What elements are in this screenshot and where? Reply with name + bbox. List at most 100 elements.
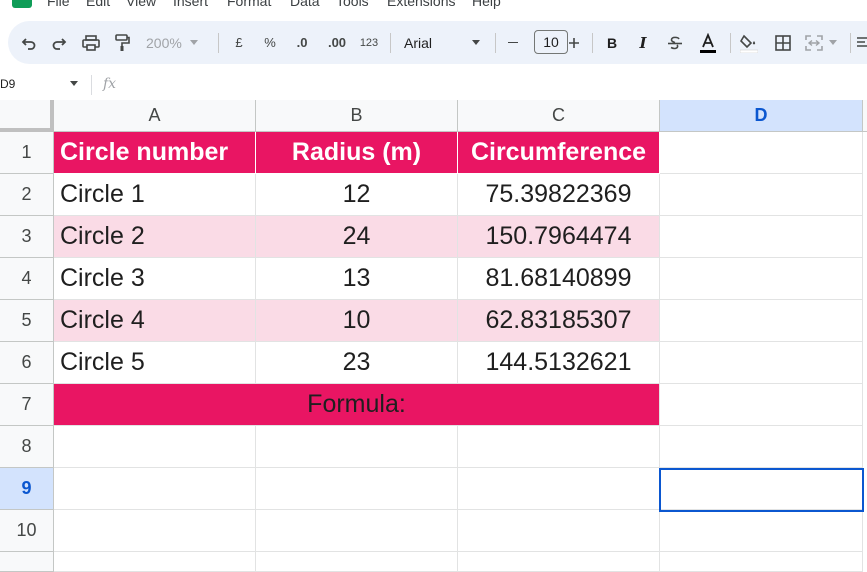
cell-circle-name[interactable]: Circle 4 [54, 300, 256, 342]
cell-radius[interactable]: 12 [256, 174, 458, 216]
header-cell-circumference[interactable]: Circumference [458, 132, 660, 174]
menu-format[interactable]: Format [227, 0, 271, 9]
text-color-icon [700, 32, 716, 53]
fill-color-button[interactable] [738, 21, 760, 64]
cell-circumference[interactable]: 81.68140899 [458, 258, 660, 300]
print-icon [82, 34, 100, 51]
cell-b11[interactable] [256, 552, 458, 572]
redo-button[interactable] [48, 21, 70, 64]
cell-a9[interactable] [54, 468, 256, 510]
cell-d6[interactable] [660, 342, 863, 384]
cell-circumference[interactable]: 144.5132621 [458, 342, 660, 384]
row-header-8[interactable]: 8 [0, 426, 54, 468]
cell-d3[interactable] [660, 216, 863, 258]
cell-circumference[interactable]: 62.83185307 [458, 300, 660, 342]
font-size-input[interactable]: 10 [534, 30, 568, 54]
column-header-c[interactable]: C [458, 100, 660, 132]
cell-radius[interactable]: 10 [256, 300, 458, 342]
cell-c8[interactable] [458, 426, 660, 468]
menu-help[interactable]: Help [472, 0, 501, 9]
row-header-2[interactable]: 2 [0, 174, 54, 216]
row-header-9[interactable]: 9 [0, 468, 54, 510]
decrease-font-size-button[interactable] [505, 21, 521, 64]
bold-button[interactable]: B [603, 21, 621, 64]
cell-radius[interactable]: 24 [256, 216, 458, 258]
row-header-10[interactable]: 10 [0, 510, 54, 552]
zoom-value: 200% [146, 34, 182, 51]
cell-d4[interactable] [660, 258, 863, 300]
header-cell-radius[interactable]: Radius (m) [256, 132, 458, 174]
redo-icon [52, 37, 67, 50]
cell-a11[interactable] [54, 552, 256, 572]
decrease-decimals-button[interactable]: .0 [290, 21, 314, 64]
currency-button[interactable]: £ [230, 21, 248, 64]
menu-file[interactable]: File [47, 0, 70, 9]
select-all-corner[interactable] [0, 100, 54, 132]
row-header-4[interactable]: 4 [0, 258, 54, 300]
merge-cells-button[interactable] [805, 21, 841, 64]
menu-edit[interactable]: Edit [86, 0, 110, 9]
toolbar-divider [850, 33, 851, 53]
cell-d7[interactable] [660, 384, 863, 426]
column-header-e[interactable] [863, 100, 867, 132]
cell-b10[interactable] [256, 510, 458, 552]
column-header-a[interactable]: A [54, 100, 256, 132]
cell-b8[interactable] [256, 426, 458, 468]
menu-data[interactable]: Data [290, 0, 320, 9]
cell-d1[interactable] [660, 132, 863, 174]
cell-circumference[interactable]: 75.39822369 [458, 174, 660, 216]
cell-circle-name[interactable]: Circle 2 [54, 216, 256, 258]
number-format-button[interactable]: 123 [358, 21, 380, 64]
text-color-button[interactable] [696, 21, 720, 64]
zoom-select[interactable]: 200% [146, 21, 208, 64]
print-button[interactable] [79, 21, 103, 64]
italic-button[interactable]: I [634, 21, 652, 64]
row-header-3[interactable]: 3 [0, 216, 54, 258]
menu-tools[interactable]: Tools [336, 0, 369, 9]
row-header-1[interactable]: 1 [0, 132, 54, 174]
active-cell-selection[interactable] [659, 468, 864, 512]
percent-button[interactable]: % [261, 21, 279, 64]
cell-c10[interactable] [458, 510, 660, 552]
menu-view[interactable]: View [126, 0, 156, 9]
cell-radius[interactable]: 13 [256, 258, 458, 300]
cell-d5[interactable] [660, 300, 863, 342]
cell-circle-name[interactable]: Circle 3 [54, 258, 256, 300]
row-header-11[interactable] [0, 552, 54, 572]
cell-d10[interactable] [660, 510, 863, 552]
paint-format-button[interactable] [111, 21, 133, 64]
cell-c9[interactable] [458, 468, 660, 510]
cell-d11[interactable] [660, 552, 863, 572]
column-header-d[interactable]: D [660, 100, 863, 132]
cell-circle-name[interactable]: Circle 1 [54, 174, 256, 216]
strikethrough-button[interactable] [665, 21, 685, 64]
name-box-caret-icon[interactable] [70, 81, 78, 86]
cell-a10[interactable] [54, 510, 256, 552]
row-header-6[interactable]: 6 [0, 342, 54, 384]
increase-font-size-button[interactable] [566, 21, 582, 64]
increase-decimals-button[interactable]: .00 [324, 21, 350, 64]
cell-circle-name[interactable]: Circle 5 [54, 342, 256, 384]
row-header-5[interactable]: 5 [0, 300, 54, 342]
header-cell-circle-number[interactable]: Circle number [54, 132, 256, 174]
cell-radius[interactable]: 23 [256, 342, 458, 384]
borders-button[interactable] [773, 21, 793, 64]
cell-d8[interactable] [660, 426, 863, 468]
cell-b9[interactable] [256, 468, 458, 510]
undo-button[interactable] [18, 21, 40, 64]
column-header-b[interactable]: B [256, 100, 458, 132]
cell-c11[interactable] [458, 552, 660, 572]
sheets-logo-icon[interactable] [12, 0, 32, 8]
toolbar-divider [218, 33, 219, 53]
name-box[interactable]: D9 [0, 77, 15, 91]
row-header-7[interactable]: 7 [0, 384, 54, 426]
cell-d2[interactable] [660, 174, 863, 216]
cell-circumference[interactable]: 150.7964474 [458, 216, 660, 258]
font-family-select[interactable]: Arial [404, 21, 480, 64]
formula-merged-cell[interactable]: Formula: [54, 384, 660, 426]
align-button[interactable] [856, 21, 867, 64]
cell-a8[interactable] [54, 426, 256, 468]
menu-extensions[interactable]: Extensions [387, 0, 455, 9]
toolbar-divider [592, 33, 593, 53]
menu-insert[interactable]: Insert [173, 0, 208, 9]
